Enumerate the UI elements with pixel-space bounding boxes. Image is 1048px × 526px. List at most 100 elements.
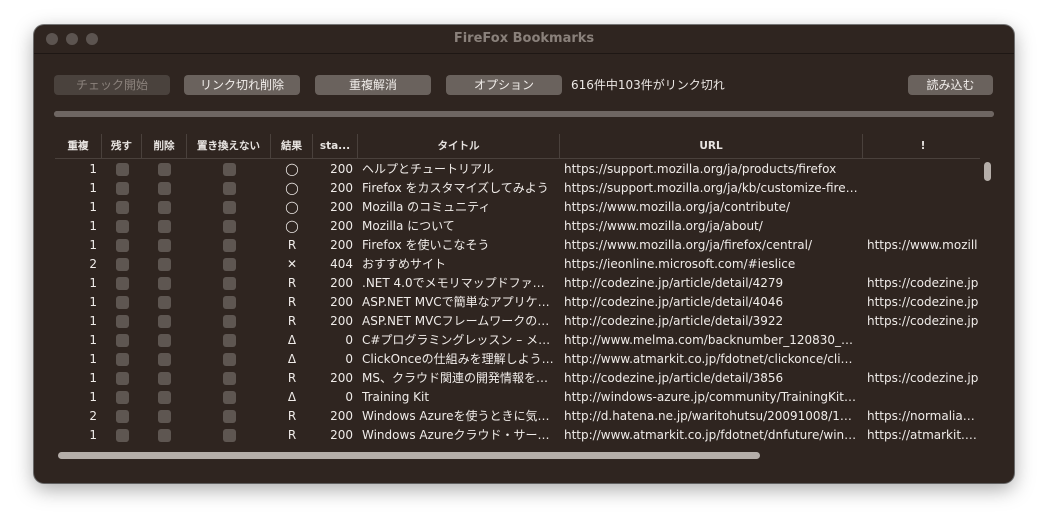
table-row[interactable]: 1 Δ 0 ClickOnceの仕組みを理解しよう… http://www.atmark… xyxy=(55,350,980,369)
keep-checkbox[interactable] xyxy=(116,372,129,385)
table-row[interactable]: 1 R 200 Firefox を使いこなそう https://www.mozilla.… xyxy=(55,236,980,255)
no-replace-checkbox[interactable] xyxy=(223,201,236,214)
progress-fill xyxy=(54,111,994,117)
no-replace-checkbox[interactable] xyxy=(223,315,236,328)
keep-checkbox[interactable] xyxy=(116,220,129,233)
column-header-redirect[interactable]: ! xyxy=(863,134,980,158)
dedupe-button[interactable]: 重複解消 xyxy=(315,75,431,95)
table-row[interactable]: 1 ◯ 200 Mozilla について https://www.mozilla.org… xyxy=(55,217,980,236)
keep-checkbox[interactable] xyxy=(116,258,129,271)
table-row[interactable]: 1 R 200 .NET 4.0でメモリマップドファ… http://codezine.… xyxy=(55,274,980,293)
no-replace-checkbox[interactable] xyxy=(223,277,236,290)
keep-checkbox[interactable] xyxy=(116,410,129,423)
cell-url: http://windows-azure.jp/community/Traini… xyxy=(564,390,856,404)
no-replace-checkbox[interactable] xyxy=(223,391,236,404)
cell-url: https://ieonline.microsoft.com/#ieslice xyxy=(564,257,796,271)
keep-checkbox[interactable] xyxy=(116,277,129,290)
table-row[interactable]: 2 R 200 Windows Azureを使うときに気… http://d.haten… xyxy=(55,407,980,426)
table-header: 重複 残す 削除 置き換えない 結果 sta... タイトル URL! xyxy=(55,134,980,159)
cell-redirect: https://atmarkit.itm xyxy=(867,428,979,442)
column-header-result[interactable]: 結果 xyxy=(271,134,313,158)
keep-checkbox[interactable] xyxy=(116,182,129,195)
delete-checkbox[interactable] xyxy=(158,182,171,195)
table-row[interactable]: 1 R 200 MS、クラウド関連の開発情報を… http://codezine.jp/… xyxy=(55,369,980,388)
delete-checkbox[interactable] xyxy=(158,353,171,366)
table-row[interactable]: 2 ✕ 404 おすすめサイト https://ieonline.microsoft.c… xyxy=(55,255,980,274)
column-header-duplicate[interactable]: 重複 xyxy=(55,134,102,158)
cell-title: Firefox を使いこなそう xyxy=(362,238,490,252)
check-start-button[interactable]: チェック開始 xyxy=(54,75,170,95)
no-replace-checkbox[interactable] xyxy=(223,429,236,442)
load-button[interactable]: 読み込む xyxy=(908,75,993,95)
delete-checkbox[interactable] xyxy=(158,429,171,442)
no-replace-checkbox[interactable] xyxy=(223,372,236,385)
horizontal-scrollbar[interactable] xyxy=(55,449,994,463)
delete-broken-links-button[interactable]: リンク切れ削除 xyxy=(184,75,300,95)
cell-status: 200 xyxy=(330,409,353,423)
keep-checkbox[interactable] xyxy=(116,334,129,347)
keep-checkbox[interactable] xyxy=(116,163,129,176)
delete-checkbox[interactable] xyxy=(158,258,171,271)
no-replace-checkbox[interactable] xyxy=(223,410,236,423)
no-replace-checkbox[interactable] xyxy=(223,220,236,233)
keep-checkbox[interactable] xyxy=(116,315,129,328)
no-replace-checkbox[interactable] xyxy=(223,182,236,195)
delete-checkbox[interactable] xyxy=(158,277,171,290)
delete-checkbox[interactable] xyxy=(158,372,171,385)
table-row[interactable]: 1 R 200 ASP.NET MVCで簡単なアプリケ… http://codezine… xyxy=(55,293,980,312)
keep-checkbox[interactable] xyxy=(116,239,129,252)
cell-result: Δ xyxy=(287,352,297,366)
no-replace-checkbox[interactable] xyxy=(223,239,236,252)
cell-redirect xyxy=(867,160,979,179)
options-button[interactable]: オプション xyxy=(446,75,562,95)
table-row[interactable]: 1 R 200 Windows Azureクラウド・サー… http://www.atm… xyxy=(55,426,980,445)
table-row[interactable]: 1 Δ 0 Training Kit http://windows-azure.jp/c… xyxy=(55,388,980,407)
delete-checkbox[interactable] xyxy=(158,391,171,404)
no-replace-checkbox[interactable] xyxy=(223,296,236,309)
table-row[interactable]: 1 Δ 0 C#プログラミングレッスン – メ… http://www.melma.co… xyxy=(55,331,980,350)
cell-result: ◯ xyxy=(285,181,299,195)
column-header-status[interactable]: sta... xyxy=(313,134,358,158)
column-header-title[interactable]: タイトル xyxy=(358,134,560,158)
table-row[interactable]: 1 R 200 ASP.NET MVCフレームワークの… http://codezine… xyxy=(55,312,980,331)
column-header-keep[interactable]: 残す xyxy=(102,134,142,158)
no-replace-checkbox[interactable] xyxy=(223,258,236,271)
delete-checkbox[interactable] xyxy=(158,334,171,347)
cell-redirect xyxy=(867,198,979,217)
column-header-no-replace[interactable]: 置き換えない xyxy=(187,134,271,158)
app-window: FireFox Bookmarks チェック開始 リンク切れ削除 重複解消 オプ… xyxy=(34,25,1014,483)
cell-url: http://codezine.jp/article/detail/4046 xyxy=(564,295,784,309)
cell-duplicate: 1 xyxy=(89,276,97,290)
cell-duplicate: 1 xyxy=(89,200,97,214)
cell-url: https://www.mozilla.org/ja/about/ xyxy=(564,219,763,233)
cell-status: 200 xyxy=(330,314,353,328)
keep-checkbox[interactable] xyxy=(116,391,129,404)
horizontal-scroll-thumb[interactable] xyxy=(58,452,760,459)
cell-status: 200 xyxy=(330,200,353,214)
delete-checkbox[interactable] xyxy=(158,239,171,252)
delete-checkbox[interactable] xyxy=(158,201,171,214)
keep-checkbox[interactable] xyxy=(116,353,129,366)
delete-checkbox[interactable] xyxy=(158,296,171,309)
no-replace-checkbox[interactable] xyxy=(223,334,236,347)
delete-checkbox[interactable] xyxy=(158,315,171,328)
cell-status: 200 xyxy=(330,238,353,252)
keep-checkbox[interactable] xyxy=(116,429,129,442)
no-replace-checkbox[interactable] xyxy=(223,163,236,176)
keep-checkbox[interactable] xyxy=(116,296,129,309)
column-header-url[interactable]: URL xyxy=(560,134,863,158)
delete-checkbox[interactable] xyxy=(158,163,171,176)
cell-title: Firefox をカスタマイズしてみよう xyxy=(362,181,549,195)
table-row[interactable]: 1 ◯ 200 ヘルプとチュートリアル https://support.mozilla.… xyxy=(55,160,980,179)
table-row[interactable]: 1 ◯ 200 Mozilla のコミュニティ https://www.mozilla.… xyxy=(55,198,980,217)
vertical-scroll-thumb[interactable] xyxy=(984,162,991,181)
no-replace-checkbox[interactable] xyxy=(223,353,236,366)
vertical-scrollbar[interactable] xyxy=(980,160,994,462)
keep-checkbox[interactable] xyxy=(116,201,129,214)
column-header-delete[interactable]: 削除 xyxy=(142,134,187,158)
cell-title: MS、クラウド関連の開発情報を… xyxy=(362,371,548,385)
delete-checkbox[interactable] xyxy=(158,410,171,423)
cell-redirect: https://codezine.jp xyxy=(867,314,979,328)
table-row[interactable]: 1 ◯ 200 Firefox をカスタマイズしてみよう https://support… xyxy=(55,179,980,198)
delete-checkbox[interactable] xyxy=(158,220,171,233)
